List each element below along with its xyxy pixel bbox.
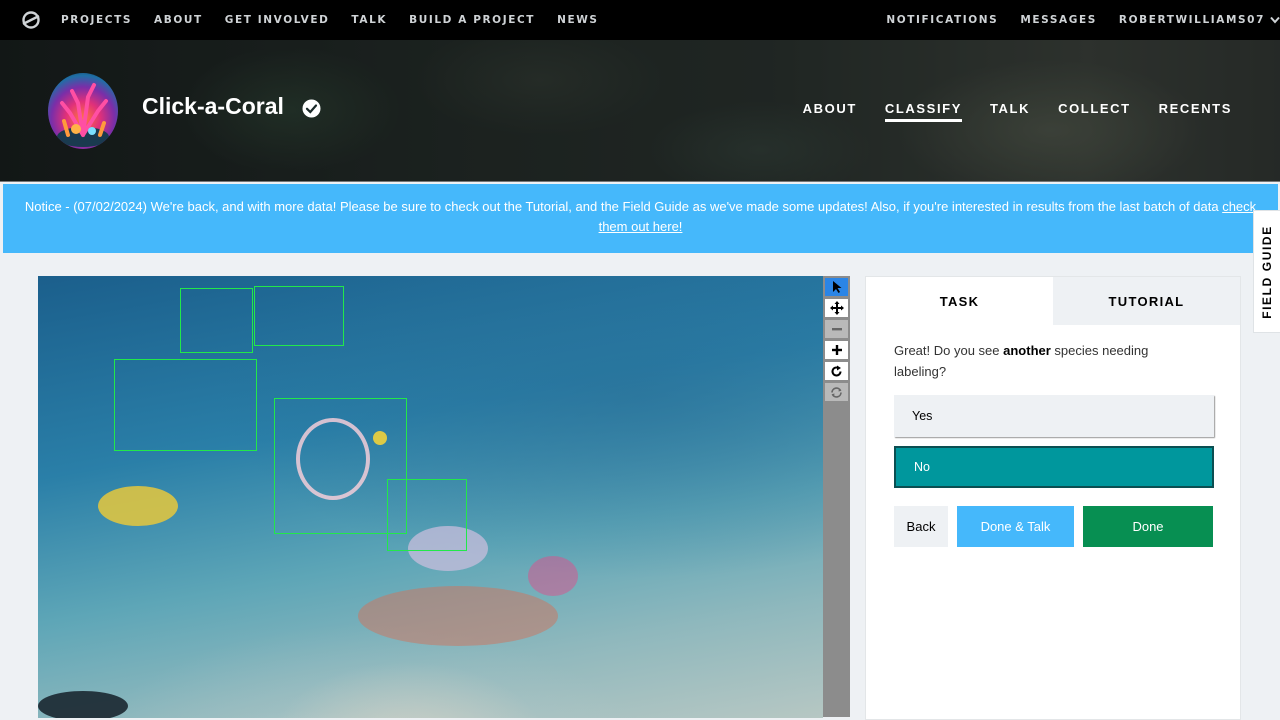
project-nav-collect[interactable]: COLLECT: [1058, 101, 1131, 122]
answer-yes-label: Yes: [912, 409, 933, 423]
project-nav-classify[interactable]: CLASSIFY: [884, 101, 962, 122]
zoom-out-icon: [831, 328, 842, 331]
tab-task[interactable]: TASK: [866, 277, 1053, 325]
nav-get-involved[interactable]: GET INVOLVED: [225, 14, 330, 26]
reset-view-button[interactable]: [825, 383, 848, 401]
pink-coral: [528, 556, 578, 596]
notice-banner: Notice - (07/02/2024) We're back, and wi…: [3, 184, 1278, 253]
nav-build-a-project[interactable]: BUILD A PROJECT: [409, 14, 535, 26]
back-button[interactable]: Back: [894, 506, 948, 547]
nav-about[interactable]: ABOUT: [154, 14, 203, 26]
project-title[interactable]: Click-a-Coral: [142, 93, 284, 120]
tab-tutorial[interactable]: TUTORIAL: [1053, 277, 1240, 325]
zoom-in-button[interactable]: [825, 341, 848, 359]
reset-icon: [831, 386, 842, 398]
coral-avatar-illustration: [57, 83, 109, 147]
move-tool-button[interactable]: [825, 299, 848, 317]
answer-no-button[interactable]: No: [894, 446, 1214, 488]
field-guide-tab[interactable]: FIELD GUIDE: [1253, 210, 1280, 333]
done-button[interactable]: Done: [1083, 506, 1213, 547]
nav-notifications[interactable]: NOTIFICATIONS: [886, 14, 998, 26]
diver-equipment: [38, 691, 128, 718]
annotation-box[interactable]: [180, 288, 253, 353]
annotation-box[interactable]: [387, 479, 467, 551]
project-nav: ABOUT CLASSIFY TALK COLLECT RECENTS: [775, 101, 1232, 122]
chevron-down-icon: [1270, 16, 1280, 24]
done-and-talk-button[interactable]: Done & Talk: [957, 506, 1074, 547]
rotate-button[interactable]: [825, 362, 848, 380]
nav-projects[interactable]: PROJECTS: [61, 14, 132, 26]
task-tabs: TASK TUTORIAL: [866, 277, 1240, 325]
user-menu[interactable]: ROBERTWILLIAMS07: [1119, 14, 1280, 26]
project-avatar[interactable]: [48, 73, 118, 149]
rotate-icon: [831, 365, 842, 376]
username: ROBERTWILLIAMS07: [1118, 14, 1265, 26]
zooniverse-logo-icon[interactable]: [21, 10, 41, 30]
project-nav-about[interactable]: ABOUT: [803, 101, 857, 122]
rock-formation: [358, 586, 558, 646]
zoom-out-button[interactable]: [825, 320, 848, 338]
zoom-in-icon: [831, 345, 842, 355]
question-prefix: Great! Do you see: [894, 343, 1004, 358]
task-panel: TASK TUTORIAL Great! Do you see another …: [865, 276, 1241, 720]
task-question: Great! Do you see another species needin…: [894, 340, 1194, 382]
pointer-icon: [832, 281, 841, 293]
project-nav-talk[interactable]: TALK: [990, 101, 1030, 122]
answer-no-label: No: [914, 460, 930, 474]
project-header: Click-a-Coral ABOUT CLASSIFY TALK COLLEC…: [0, 40, 1280, 182]
move-icon: [829, 301, 844, 315]
verified-badge-icon: [302, 99, 321, 118]
question-emphasis: another: [1003, 343, 1051, 358]
nav-messages[interactable]: MESSAGES: [1020, 14, 1097, 26]
project-nav-recents[interactable]: RECENTS: [1159, 101, 1232, 122]
field-guide-label: FIELD GUIDE: [1260, 224, 1275, 319]
global-nav: PROJECTS ABOUT GET INVOLVED TALK BUILD A…: [0, 0, 1280, 40]
subject-image[interactable]: [38, 276, 823, 718]
nav-news[interactable]: NEWS: [557, 14, 599, 26]
image-toolbar: [823, 276, 850, 717]
yellow-sponge: [98, 486, 178, 526]
annotation-box[interactable]: [254, 286, 344, 346]
notice-text: Notice - (07/02/2024) We're back, and wi…: [24, 199, 1223, 214]
answer-yes-button[interactable]: Yes: [894, 395, 1214, 437]
nav-talk[interactable]: TALK: [351, 14, 387, 26]
annotation-box[interactable]: [114, 359, 257, 451]
pointer-tool-button[interactable]: [825, 278, 848, 296]
